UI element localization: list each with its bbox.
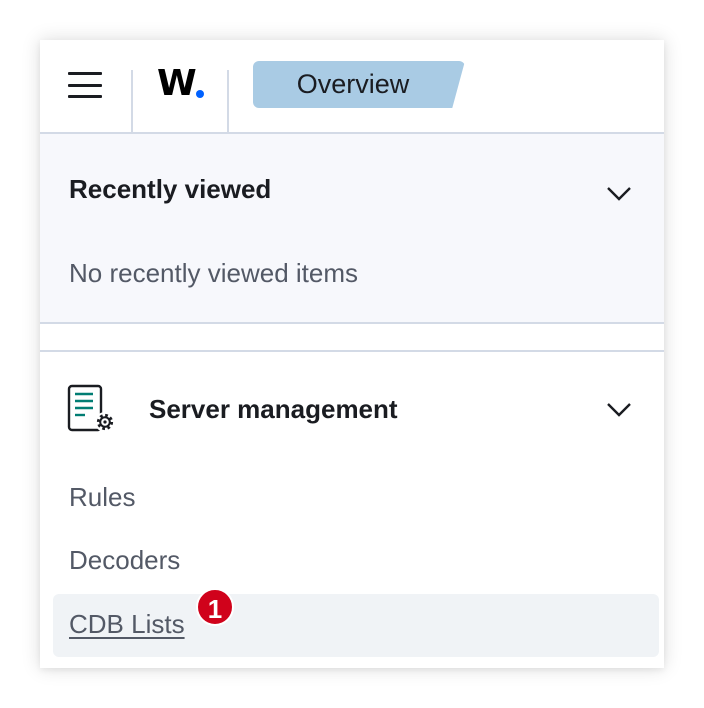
- annotation-badge: 1: [196, 588, 234, 626]
- app-logo[interactable]: W: [157, 62, 197, 106]
- logo-dot: [196, 90, 204, 98]
- header-divider: [131, 70, 133, 132]
- nav-item-decoders[interactable]: Decoders: [69, 545, 180, 576]
- header-divider: [227, 70, 229, 132]
- document-gear-icon: [67, 384, 115, 432]
- nav-item-label: CDB Lists: [69, 609, 185, 639]
- breadcrumb-overview[interactable]: Overview: [253, 61, 465, 108]
- navigation-panel: W Overview Recently viewed No recently v…: [40, 40, 664, 668]
- nav-item-rules[interactable]: Rules: [69, 482, 135, 513]
- hamburger-menu-icon[interactable]: [68, 72, 102, 98]
- nav-item-cdb-lists[interactable]: CDB Lists: [53, 594, 659, 657]
- chevron-down-icon[interactable]: [606, 402, 632, 418]
- recently-viewed-section: Recently viewed No recently viewed items: [40, 134, 664, 324]
- header-bar: W Overview: [40, 40, 664, 134]
- recently-viewed-title[interactable]: Recently viewed: [69, 174, 271, 205]
- chevron-down-icon[interactable]: [606, 186, 632, 202]
- empty-state-text: No recently viewed items: [69, 258, 358, 288]
- section-divider: [40, 350, 664, 352]
- server-management-title[interactable]: Server management: [149, 394, 398, 425]
